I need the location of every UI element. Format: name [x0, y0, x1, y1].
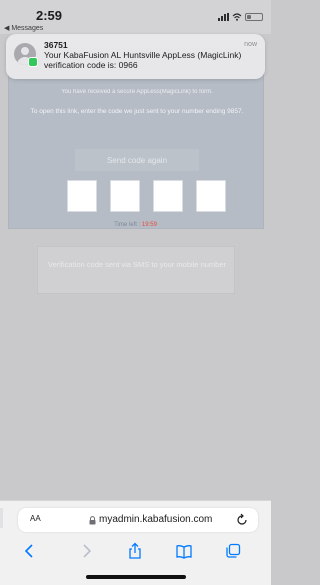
back-icon [24, 544, 33, 558]
reload-icon [237, 513, 247, 525]
reader-settings-button[interactable]: AA [30, 514, 41, 523]
previous-tab-edge [0, 508, 3, 528]
lock-icon [89, 516, 96, 525]
status-bar: 2:59 ◀ Messages [0, 0, 271, 34]
code-digit-1-input[interactable] [67, 180, 97, 212]
time-left-label: Time left : [114, 222, 141, 228]
status-icons [218, 12, 263, 22]
wifi-icon [232, 13, 242, 21]
safari-toolbar [0, 541, 271, 563]
card-hint-text: You have received a secure AppLess(Magic… [61, 89, 213, 95]
sms-sent-notice: Verification code sent via SMS to your m… [37, 246, 235, 294]
safari-bottom-bar: AA myadmin.kabafusion.com [0, 500, 271, 585]
url-text: myadmin.kabafusion.com [99, 514, 213, 525]
web-page: You have received a secure AppLess(Magic… [0, 34, 271, 474]
code-digit-3-input[interactable] [153, 180, 183, 212]
bookmarks-icon [176, 545, 192, 559]
time-left-value: 19:59 [141, 222, 157, 228]
card-instructions: To open this link, enter the code we jus… [30, 108, 244, 115]
notification-message: Your KabaFusion AL Huntsville AppLess (M… [44, 50, 242, 70]
notification-sender: 36751 [44, 40, 68, 50]
bookmarks-button[interactable] [175, 542, 193, 560]
forward-icon [83, 544, 92, 558]
code-inputs [67, 180, 237, 212]
send-code-again-button[interactable]: Send code again [75, 149, 199, 171]
tabs-button[interactable] [224, 542, 242, 560]
share-icon [129, 542, 141, 559]
code-digit-2-input[interactable] [110, 180, 140, 212]
time-left-row: Time left : 19:59 [0, 222, 271, 228]
back-to-messages-link[interactable]: ◀ Messages [4, 24, 43, 34]
sms-sent-text: Verification code sent via SMS to your m… [48, 260, 227, 269]
status-time: 2:59 [36, 8, 63, 23]
code-digit-4-input[interactable] [196, 180, 226, 212]
forward-button[interactable] [77, 542, 95, 560]
reload-button[interactable] [236, 513, 248, 526]
back-button[interactable] [21, 542, 39, 560]
tabs-icon [226, 543, 241, 558]
notification-time: now [244, 41, 257, 48]
battery-icon [245, 13, 263, 21]
cellular-signal-icon [218, 13, 229, 21]
home-indicator[interactable] [86, 575, 186, 579]
messages-app-icon [28, 57, 38, 67]
sms-notification-banner[interactable]: 36751 now Your KabaFusion AL Huntsville … [6, 34, 265, 79]
share-button[interactable] [126, 542, 144, 560]
address-bar[interactable]: AA myadmin.kabafusion.com [18, 508, 258, 532]
